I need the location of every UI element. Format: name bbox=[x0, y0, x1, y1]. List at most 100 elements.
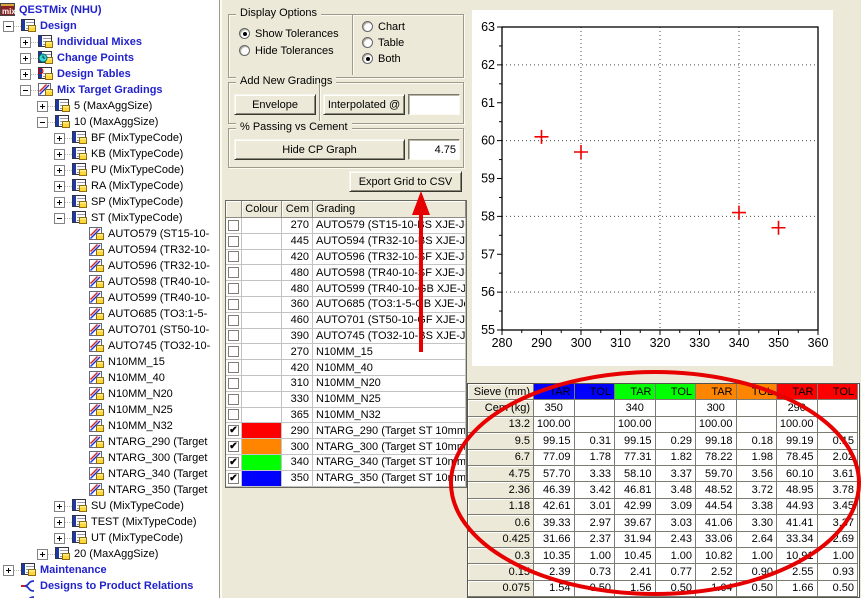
interpolated-button[interactable]: Interpolated @ bbox=[323, 94, 405, 115]
tree-item-mix-target-gradings[interactable]: Mix Target Gradings bbox=[0, 82, 219, 98]
grid-row-auto579[interactable]: 270AUTO579 (ST15-10-BS XJE-Jes bbox=[226, 218, 466, 234]
radio-selected-icon[interactable] bbox=[362, 53, 373, 64]
interpolated-value-input[interactable] bbox=[408, 94, 460, 115]
expand-plus-icon[interactable] bbox=[54, 501, 65, 512]
tree-item-ntarg-340-target[interactable]: NTARG_340 (Target bbox=[0, 466, 219, 482]
checkbox-unchecked-icon[interactable] bbox=[228, 315, 239, 326]
grid-row-auto599[interactable]: 480AUTO599 (TR40-10-GB XJE-Jes bbox=[226, 281, 466, 297]
grid-row-n10mm_n20[interactable]: 310N10MM_N20 bbox=[226, 376, 466, 392]
grid-cell-check[interactable] bbox=[226, 360, 242, 376]
tree-item-kb-mixtypecode[interactable]: KB (MixTypeCode) bbox=[0, 146, 219, 162]
checkbox-unchecked-icon[interactable] bbox=[228, 220, 239, 231]
tree-item-auto685-to3-1-5[interactable]: AUTO685 (TO3:1-5- bbox=[0, 306, 219, 322]
checkbox-checked-icon[interactable]: ✔ bbox=[228, 473, 239, 484]
expand-plus-icon[interactable] bbox=[54, 165, 65, 176]
grid-row-n10mm_15[interactable]: 270N10MM_15 bbox=[226, 344, 466, 360]
grid-row-ntarg_300[interactable]: ✔300NTARG_300 (Target ST 10mm) bbox=[226, 439, 466, 455]
grid-cell-check[interactable] bbox=[226, 344, 242, 360]
grid-cell-colour-swatch[interactable] bbox=[242, 455, 282, 471]
grid-row-auto745[interactable]: 390AUTO745 (TO32-10-BS XJE-Jes bbox=[226, 329, 466, 345]
tree-item-auto594-tr32-10[interactable]: AUTO594 (TR32-10- bbox=[0, 242, 219, 258]
expand-plus-icon[interactable] bbox=[54, 149, 65, 160]
grid-row-auto596[interactable]: 420AUTO596 (TR32-10-SF XJE-Jes bbox=[226, 250, 466, 266]
grid-cell-check[interactable] bbox=[226, 408, 242, 424]
grid-cell-check[interactable] bbox=[226, 265, 242, 281]
grid-cell-check[interactable]: ✔ bbox=[226, 439, 242, 455]
grid-row-auto685[interactable]: 360AUTO685 (TO3:1-5-GB XJE-Jes bbox=[226, 297, 466, 313]
checkbox-unchecked-icon[interactable] bbox=[228, 362, 239, 373]
expand-plus-icon[interactable] bbox=[20, 69, 31, 80]
checkbox-unchecked-icon[interactable] bbox=[228, 409, 239, 420]
tree-item-change-points[interactable]: Change Points bbox=[0, 50, 219, 66]
tree-item-auto701-st50-10[interactable]: AUTO701 (ST50-10- bbox=[0, 322, 219, 338]
grid-row-n10mm_n25[interactable]: 330N10MM_N25 bbox=[226, 392, 466, 408]
grid-cell-colour-swatch[interactable] bbox=[242, 313, 282, 329]
grid-cell-check[interactable]: ✔ bbox=[226, 455, 242, 471]
sieve-size-input[interactable] bbox=[408, 139, 460, 160]
expand-plus-icon[interactable] bbox=[37, 549, 48, 560]
tree-item-designs-to-product-relations[interactable]: Designs to Product Relations bbox=[0, 578, 219, 594]
checkbox-unchecked-icon[interactable] bbox=[228, 346, 239, 357]
expand-plus-icon[interactable] bbox=[54, 133, 65, 144]
tree-item-pu-mixtypecode[interactable]: PU (MixTypeCode) bbox=[0, 162, 219, 178]
expand-plus-icon[interactable] bbox=[20, 37, 31, 48]
grid-cell-colour-swatch[interactable] bbox=[242, 329, 282, 345]
grid-cell-check[interactable]: ✔ bbox=[226, 471, 242, 487]
tree-item-5-maxaggsize[interactable]: 5 (MaxAggSize) bbox=[0, 98, 219, 114]
collapse-minus-icon[interactable] bbox=[37, 117, 48, 128]
tree-item-ntarg-300-target[interactable]: NTARG_300 (Target bbox=[0, 450, 219, 466]
tree-item-n10mm-n20[interactable]: N10MM_N20 bbox=[0, 386, 219, 402]
tree-item-partial[interactable] bbox=[0, 594, 219, 598]
collapse-minus-icon[interactable] bbox=[20, 85, 31, 96]
tree-item-ntarg-350-target[interactable]: NTARG_350 (Target bbox=[0, 482, 219, 498]
checkbox-unchecked-icon[interactable] bbox=[228, 330, 239, 341]
checkbox-unchecked-icon[interactable] bbox=[228, 394, 239, 405]
tree-item-su-mixtypecode[interactable]: SU (MixTypeCode) bbox=[0, 498, 219, 514]
grid-cell-check[interactable] bbox=[226, 313, 242, 329]
checkbox-unchecked-icon[interactable] bbox=[228, 236, 239, 247]
grid-cell-check[interactable] bbox=[226, 250, 242, 266]
radio-unselected-icon[interactable] bbox=[362, 37, 373, 48]
grid-cell-check[interactable] bbox=[226, 376, 242, 392]
grid-cell-check[interactable] bbox=[226, 218, 242, 234]
grid-cell-colour-swatch[interactable] bbox=[242, 344, 282, 360]
tree-item-st-mixtypecode[interactable]: ST (MixTypeCode) bbox=[0, 210, 219, 226]
envelope-button[interactable]: Envelope bbox=[234, 94, 316, 115]
grid-cell-check[interactable] bbox=[226, 281, 242, 297]
tree-item-auto745-to32-10[interactable]: AUTO745 (TO32-10- bbox=[0, 338, 219, 354]
expand-plus-icon[interactable] bbox=[20, 53, 31, 64]
grid-cell-colour-swatch[interactable] bbox=[242, 234, 282, 250]
radio-option-chart[interactable]: Chart bbox=[362, 20, 405, 33]
radio-option-both[interactable]: Both bbox=[362, 52, 401, 65]
radio-option-hide-tolerances[interactable]: Hide Tolerances bbox=[239, 44, 334, 57]
expand-plus-icon[interactable] bbox=[54, 181, 65, 192]
tree-item-n10mm-n25[interactable]: N10MM_N25 bbox=[0, 402, 219, 418]
checkbox-checked-icon[interactable]: ✔ bbox=[228, 441, 239, 452]
checkbox-checked-icon[interactable]: ✔ bbox=[228, 457, 239, 468]
grid-cell-colour-swatch[interactable] bbox=[242, 265, 282, 281]
grid-row-auto598[interactable]: 480AUTO598 (TR40-10-SF XJE-Jes bbox=[226, 265, 466, 281]
grid-cell-colour-swatch[interactable] bbox=[242, 376, 282, 392]
checkbox-checked-icon[interactable]: ✔ bbox=[228, 425, 239, 436]
grid-cell-check[interactable]: ✔ bbox=[226, 423, 242, 439]
tree-item-auto596-tr32-10[interactable]: AUTO596 (TR32-10- bbox=[0, 258, 219, 274]
checkbox-unchecked-icon[interactable] bbox=[228, 283, 239, 294]
grid-cell-colour-swatch[interactable] bbox=[242, 360, 282, 376]
radio-unselected-icon[interactable] bbox=[239, 45, 250, 56]
grid-row-n10mm_40[interactable]: 420N10MM_40 bbox=[226, 360, 466, 376]
tree-item-ntarg-290-target[interactable]: NTARG_290 (Target bbox=[0, 434, 219, 450]
expand-plus-icon[interactable] bbox=[54, 517, 65, 528]
grid-row-ntarg_340[interactable]: ✔340NTARG_340 (Target ST 10mm) bbox=[226, 455, 466, 471]
grid-cell-check[interactable] bbox=[226, 329, 242, 345]
export-grid-to-csv-button[interactable]: Export Grid to CSV bbox=[349, 171, 462, 192]
tree-item-individual-mixes[interactable]: Individual Mixes bbox=[0, 34, 219, 50]
radio-selected-icon[interactable] bbox=[239, 28, 250, 39]
grid-cell-colour-swatch[interactable] bbox=[242, 392, 282, 408]
hide-cp-graph-button[interactable]: Hide CP Graph bbox=[234, 139, 405, 160]
expand-plus-icon[interactable] bbox=[54, 197, 65, 208]
radio-option-show-tolerances[interactable]: Show Tolerances bbox=[239, 27, 339, 40]
tree-item-qestmix-nhu[interactable]: mixQESTMix (NHU) bbox=[0, 2, 219, 18]
radio-unselected-icon[interactable] bbox=[362, 21, 373, 32]
tree-item-auto579-st15-10[interactable]: AUTO579 (ST15-10- bbox=[0, 226, 219, 242]
grid-cell-colour-swatch[interactable] bbox=[242, 439, 282, 455]
